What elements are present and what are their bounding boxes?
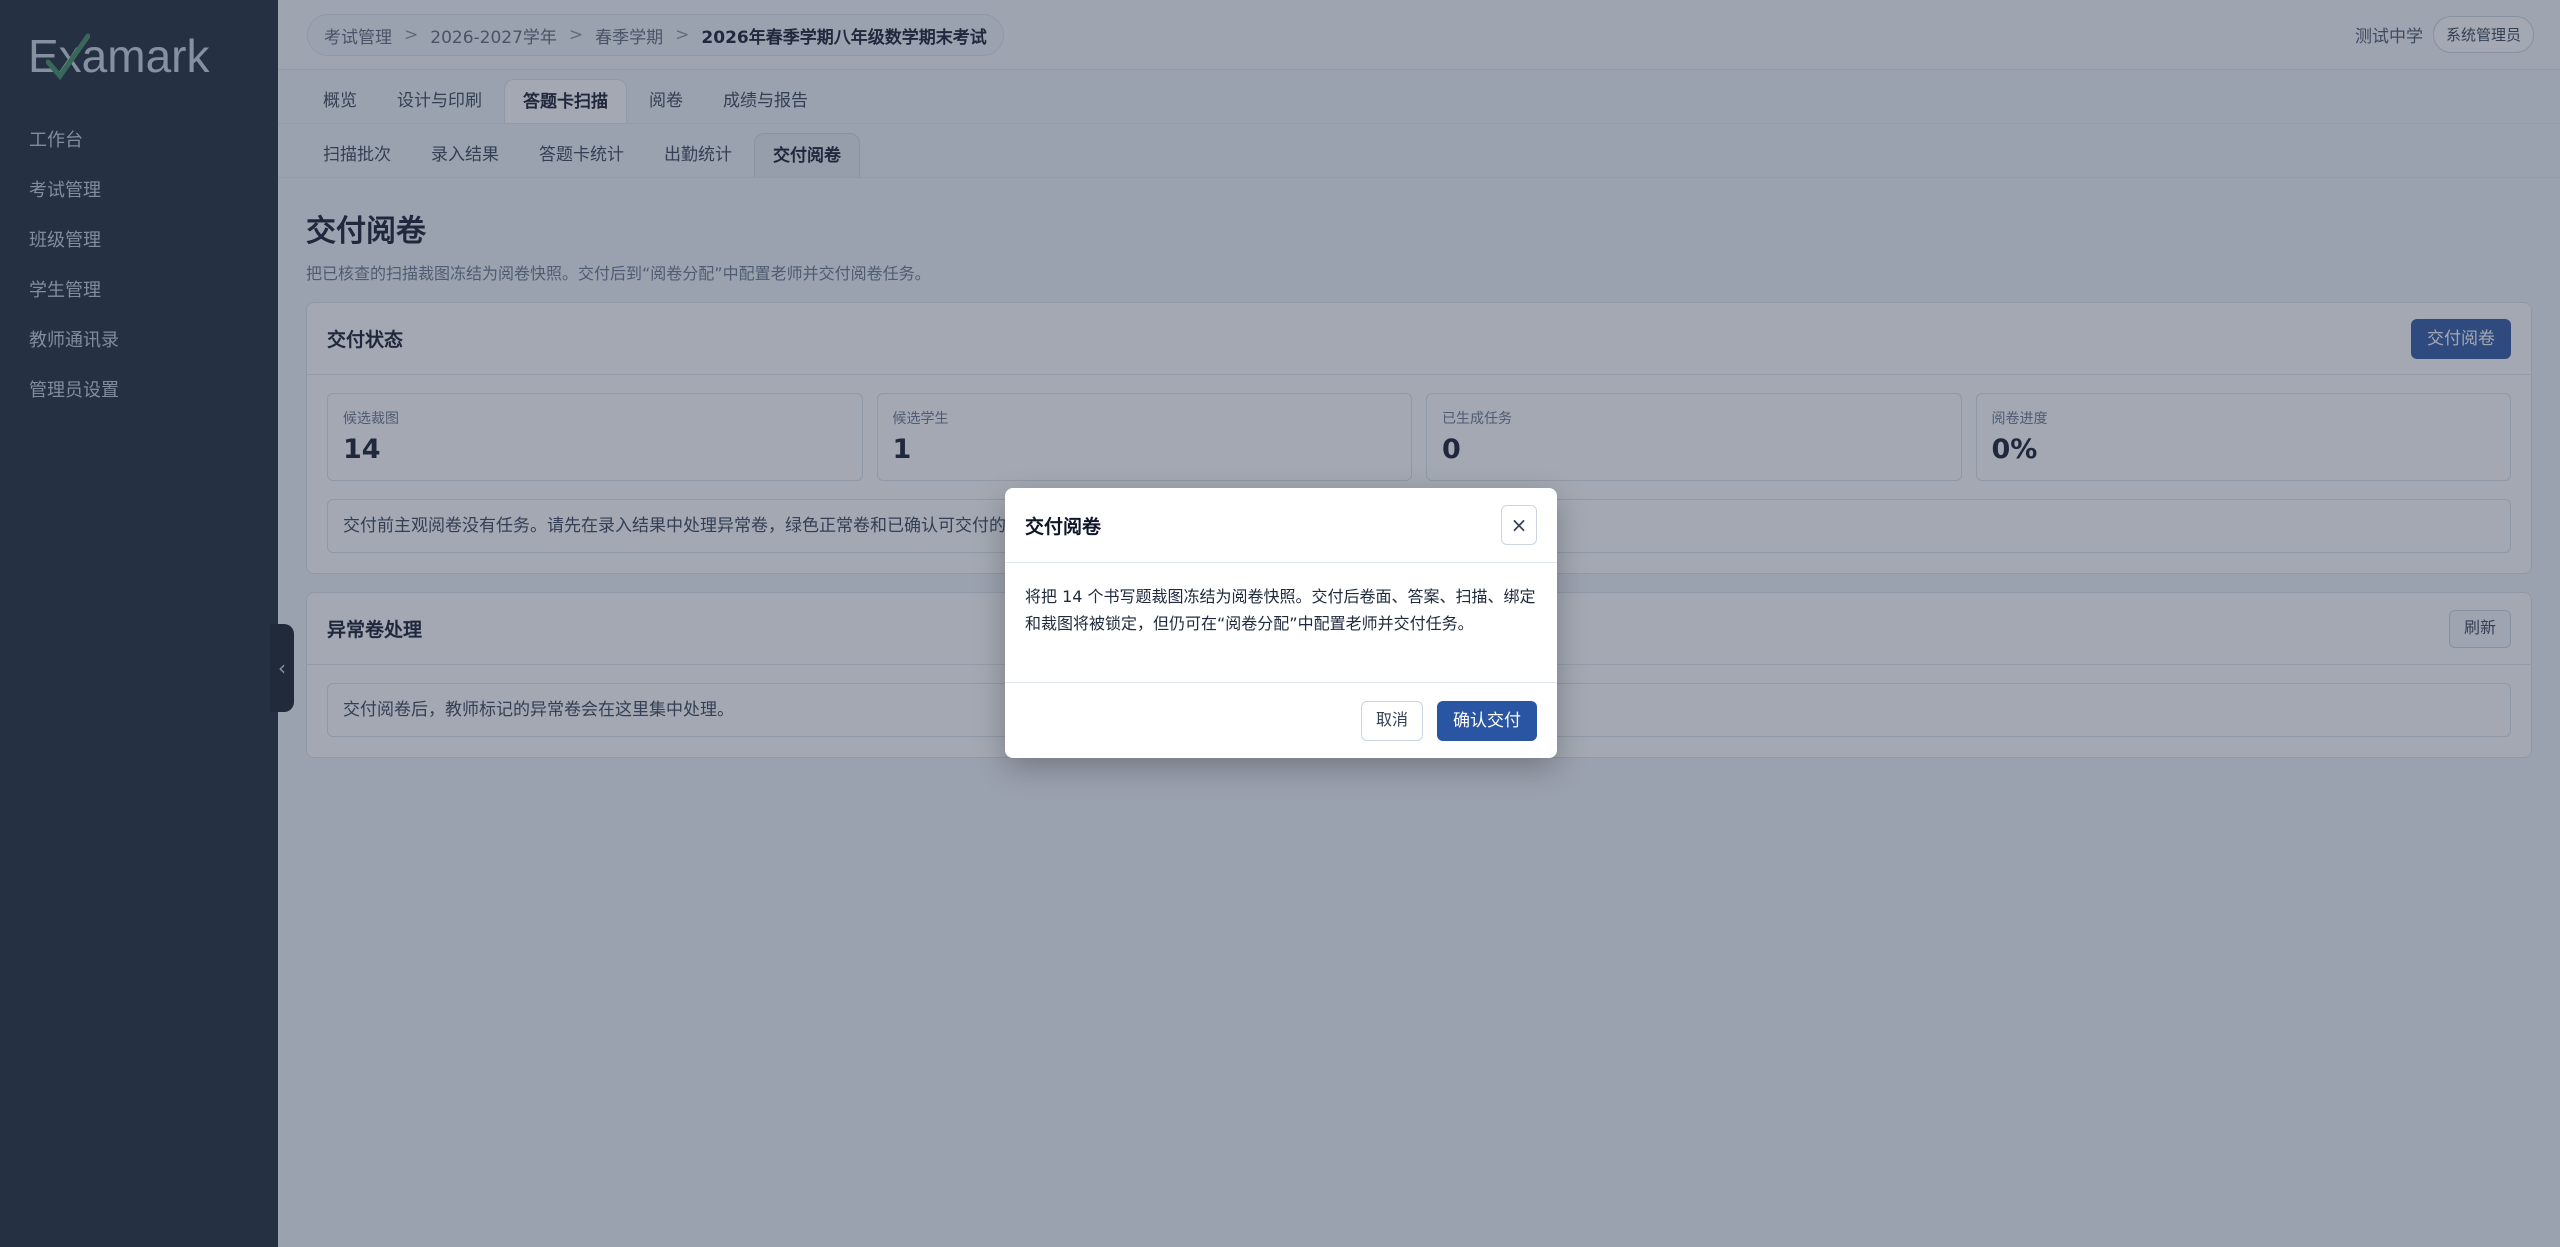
close-icon: ×: [1510, 513, 1528, 537]
close-button[interactable]: ×: [1501, 505, 1537, 545]
confirm-deliver-button[interactable]: 确认交付: [1437, 701, 1537, 741]
modal-body-text: 将把 14 个书写题裁图冻结为阅卷快照。交付后卷面、答案、扫描、绑定和裁图将被锁…: [1005, 563, 1557, 683]
modal-header: 交付阅卷 ×: [1005, 488, 1557, 563]
modal-footer: 取消 确认交付: [1005, 683, 1557, 759]
modal-title: 交付阅卷: [1025, 515, 1102, 538]
cancel-button[interactable]: 取消: [1360, 701, 1423, 741]
deliver-confirm-dialog: 交付阅卷 × 将把 14 个书写题裁图冻结为阅卷快照。交付后卷面、答案、扫描、绑…: [1005, 488, 1557, 758]
